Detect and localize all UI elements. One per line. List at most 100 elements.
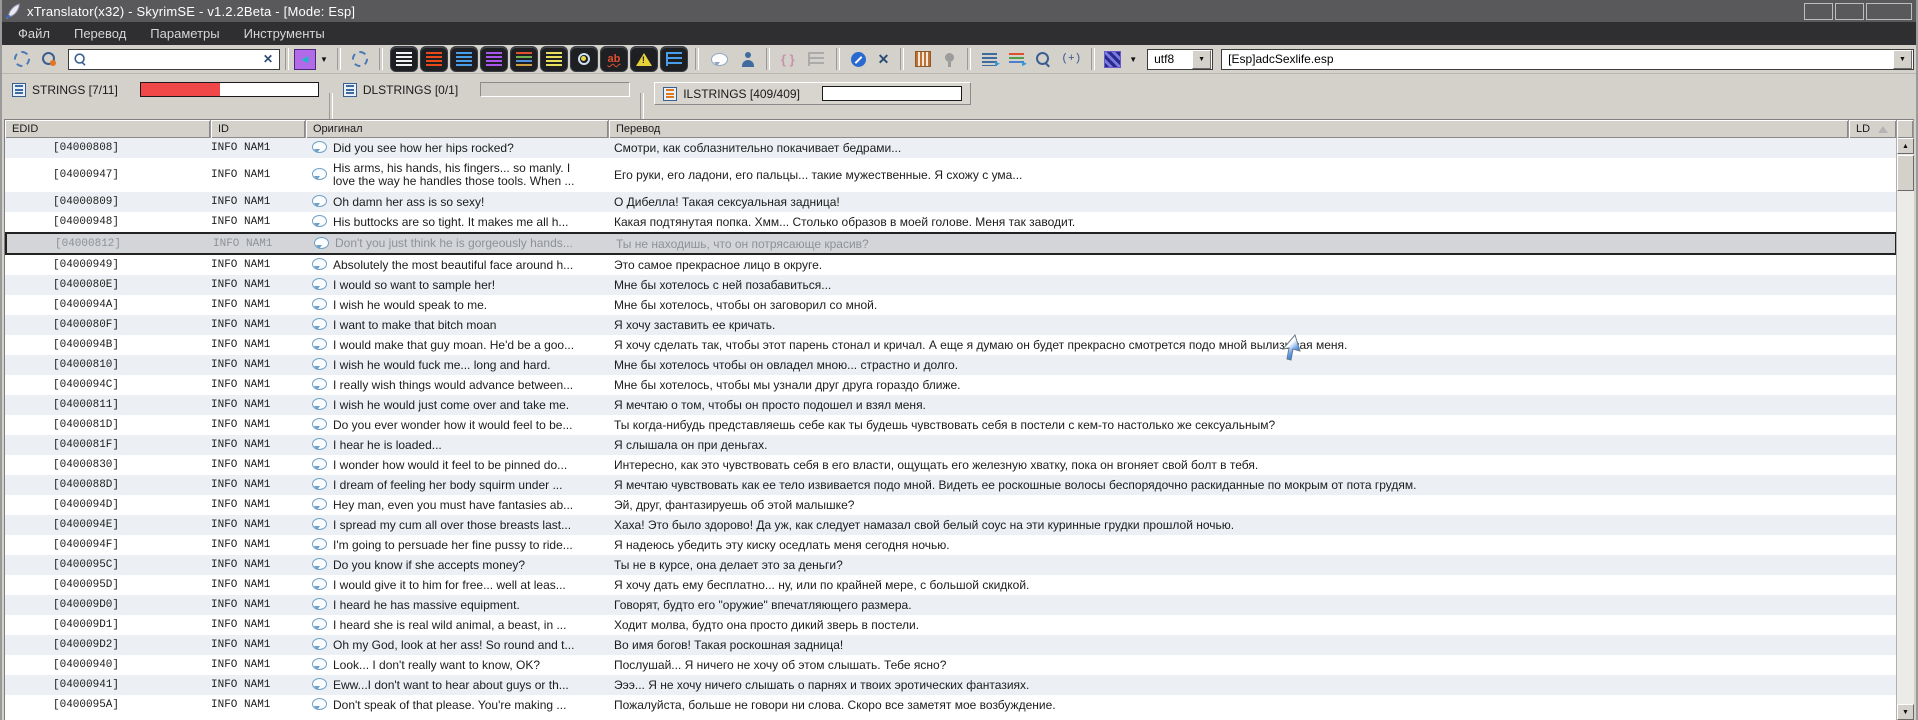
table-row[interactable]: [0400094C]INFO NAM1I really wish things … <box>5 375 1897 395</box>
dlstrings-group[interactable]: DLSTRINGS [0/1] <box>343 82 630 97</box>
table-row[interactable]: [04000947]INFO NAM1His arms, his hands, … <box>5 158 1897 192</box>
table-row[interactable]: [04000810]INFO NAM1I wish he would fuck … <box>5 355 1897 375</box>
table-row[interactable]: [040009D1]INFO NAM1I heard she is real w… <box>5 615 1897 635</box>
search-box[interactable]: ✕ <box>68 49 280 70</box>
table-row[interactable]: [0400088D]INFO NAM1I dream of feeling he… <box>5 475 1897 495</box>
row-edid: [04000809] <box>5 196 211 208</box>
table-row[interactable]: [0400094F]INFO NAM1I'm going to persuade… <box>5 535 1897 555</box>
reload-icon[interactable] <box>352 51 368 67</box>
row-translation: Мне бы хотелось чтобы он овладел мною...… <box>609 358 1849 372</box>
row-translation: Какая подтянутая попка. Хмм... Столько о… <box>609 215 1849 229</box>
table-row[interactable]: [0400094B]INFO NAM1I would make that guy… <box>5 335 1897 355</box>
row-original-text: I heard he has massive equipment. <box>333 599 609 612</box>
filter-warnings-button[interactable] <box>630 46 658 72</box>
filter-validated-button[interactable] <box>480 46 508 72</box>
vertical-scrollbar[interactable]: ▲ ▼ <box>1896 138 1914 720</box>
codepage-dropdown-arrow[interactable]: ▼ <box>1125 55 1141 64</box>
row-original: I would give it to him for free... well … <box>306 578 609 592</box>
menu-item-options[interactable]: Параметры <box>140 24 229 43</box>
table-row[interactable]: [0400081D]INFO NAM1Do you ever wonder ho… <box>5 415 1897 435</box>
table-row[interactable]: [04000830]INFO NAM1I wonder how would it… <box>5 455 1897 475</box>
search-in-file-icon[interactable] <box>1036 52 1050 66</box>
filter-incomplete-button[interactable] <box>540 46 568 72</box>
encoding-dropdown-button[interactable]: ▼ <box>1192 50 1211 69</box>
speech-bubble-icon <box>312 438 327 450</box>
table-row[interactable]: [0400081F]INFO NAM1I hear he is loaded..… <box>5 435 1897 455</box>
row-record-id: INFO NAM1 <box>211 279 306 291</box>
search-options-icon[interactable] <box>42 52 56 66</box>
row-original-text: Oh my God, look at her ass! So round and… <box>333 639 609 652</box>
table-row[interactable]: [0400095D]INFO NAM1I would give it to hi… <box>5 575 1897 595</box>
minimize-button[interactable] <box>1804 3 1833 20</box>
row-record-id: INFO NAM1 <box>213 238 308 250</box>
row-record-id: INFO NAM1 <box>211 439 306 451</box>
column-header-id[interactable]: ID <box>211 120 306 138</box>
column-header-original[interactable]: Оригинал <box>306 120 609 138</box>
table-row[interactable]: [0400094D]INFO NAM1Hey man, even you mus… <box>5 495 1897 515</box>
menu-item-translation[interactable]: Перевод <box>64 24 136 43</box>
row-original: I wish he would speak to me. <box>306 298 609 312</box>
table-row[interactable]: [0400095A]INFO NAM1Don't speak of that p… <box>5 695 1897 715</box>
refresh-icon[interactable] <box>14 51 30 67</box>
menu-item-tools[interactable]: Инструменты <box>234 24 335 43</box>
dialog-strings-icon[interactable] <box>711 53 728 66</box>
search-input[interactable] <box>91 51 261 67</box>
clear-search-icon[interactable]: ✕ <box>261 52 275 66</box>
filter-translated-button[interactable] <box>450 46 478 72</box>
table-row[interactable]: [04000812]INFO NAM1Don't you just think … <box>5 232 1897 255</box>
speech-bubble-icon <box>312 318 327 330</box>
table-row[interactable]: [0400080E]INFO NAM1I would so want to sa… <box>5 275 1897 295</box>
translate-online-icon[interactable] <box>851 52 866 67</box>
filter-spellcheck-button[interactable]: ab <box>600 46 628 72</box>
table-row[interactable]: [0400095C]INFO NAM1Do you know if she ac… <box>5 555 1897 575</box>
table-row[interactable]: [0400080F]INFO NAM1I want to make that b… <box>5 315 1897 335</box>
table-row[interactable]: [04000809]INFO NAM1Oh damn her ass is so… <box>5 192 1897 212</box>
filter-mixed-button[interactable] <box>510 46 538 72</box>
filter-all-button[interactable] <box>390 46 418 72</box>
npc-strings-icon[interactable] <box>742 52 754 67</box>
row-translation: О Дибелла! Такая сексуальная задница! <box>609 195 1849 209</box>
row-record-id: INFO NAM1 <box>211 359 306 371</box>
column-header-edid[interactable]: EDID <box>5 120 211 138</box>
row-edid: [04000812] <box>7 238 213 250</box>
loaded-file-select[interactable]: [Esp]adcSexlife.esp ▼ <box>1221 49 1914 70</box>
table-row[interactable]: [0400094A]INFO NAM1I wish he would speak… <box>5 295 1897 315</box>
scroll-down-button[interactable]: ▼ <box>1897 704 1914 720</box>
back-button[interactable]: ◄ <box>294 49 316 70</box>
filter-tree-view-button[interactable] <box>660 46 688 72</box>
table-row[interactable]: [040009D0]INFO NAM1I heard he has massiv… <box>5 595 1897 615</box>
ilstrings-group-label: ILSTRINGS [409/409] <box>683 87 800 101</box>
export-translation-icon[interactable] <box>1009 53 1024 66</box>
table-row[interactable]: [04000808]INFO NAM1Did you see how her h… <box>5 138 1897 158</box>
regex-icon[interactable]: (+) <box>1061 53 1081 65</box>
menu-item-file[interactable]: Файл <box>8 24 60 43</box>
table-row[interactable]: [04000949]INFO NAM1Absolutely the most b… <box>5 255 1897 275</box>
filter-untranslated-button[interactable] <box>420 46 448 72</box>
row-original: Did you see how her hips rocked? <box>306 141 609 155</box>
cancel-icon[interactable]: ✕ <box>878 51 890 68</box>
export-strings-icon[interactable] <box>982 53 997 66</box>
maximize-button[interactable] <box>1835 3 1864 20</box>
file-dropdown-button[interactable]: ▼ <box>1893 50 1912 69</box>
back-dropdown-arrow[interactable]: ▼ <box>316 55 332 64</box>
columns-grid-icon[interactable] <box>915 51 931 67</box>
row-record-id: INFO NAM1 <box>211 142 306 154</box>
column-header-translation[interactable]: Перевод <box>609 120 1849 138</box>
table-row[interactable]: [0400094E]INFO NAM1I spread my cum all o… <box>5 515 1897 535</box>
close-button[interactable] <box>1866 3 1912 20</box>
row-translation: Эй, друг, фантазируешь об этой малышке? <box>609 498 1849 512</box>
table-row[interactable]: [04000941]INFO NAM1Eww...I don't want to… <box>5 675 1897 695</box>
table-row[interactable]: [04000948]INFO NAM1His buttocks are so t… <box>5 212 1897 232</box>
codepage-icon[interactable] <box>1104 51 1121 68</box>
table-row[interactable]: [04000940]INFO NAM1Look... I don't reall… <box>5 655 1897 675</box>
column-header-ld[interactable]: LD <box>1849 120 1897 138</box>
scroll-up-button[interactable]: ▲ <box>1897 138 1914 154</box>
braces-icon[interactable]: { } <box>781 52 795 67</box>
table-row[interactable]: [040009D2]INFO NAM1Oh my God, look at he… <box>5 635 1897 655</box>
scrollbar-thumb[interactable] <box>1897 155 1914 191</box>
strings-group[interactable]: STRINGS [7/11] <box>12 82 319 97</box>
table-row[interactable]: [04000811]INFO NAM1I wish he would just … <box>5 395 1897 415</box>
ilstrings-group[interactable]: ILSTRINGS [409/409] <box>654 82 971 105</box>
encoding-select[interactable]: utf8 ▼ <box>1147 49 1213 70</box>
filter-search-results-button[interactable] <box>570 46 598 72</box>
